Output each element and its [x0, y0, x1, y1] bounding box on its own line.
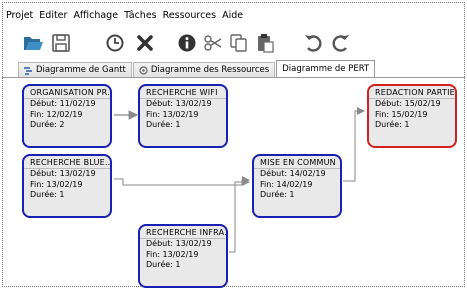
link-blue-mise [114, 176, 250, 186]
node-start: Début: 13/02/19 [146, 239, 212, 248]
tab-bar: Diagramme de Gantt Diagramme des Ressour… [18, 60, 376, 77]
node-title: RECHERCHE INFRA... [140, 226, 226, 239]
paste-icon[interactable] [252, 30, 278, 56]
menu-bar: Projet Editer Affichage Tâches Ressource… [6, 10, 243, 24]
pert-node[interactable]: RECHERCHE BLUE... Début: 13/02/19 Fin: 1… [22, 154, 112, 218]
menu-ressources[interactable]: Ressources [163, 10, 216, 24]
node-end: Fin: 12/02/19 [30, 109, 83, 119]
node-duration: Durée: 1 [375, 120, 410, 129]
menu-aide[interactable]: Aide [222, 10, 243, 24]
node-title: RECHERCHE WIFI [140, 86, 226, 99]
node-start: Début: 15/02/19 [375, 99, 441, 108]
node-end: Fin: 13/02/19 [30, 179, 83, 189]
menu-editer[interactable]: Editer [39, 10, 67, 24]
pert-node[interactable]: RECHERCHE WIFI Début: 13/02/19 Fin: 13/0… [138, 84, 228, 148]
tab-resources-label: Diagramme des Ressources [150, 65, 270, 75]
node-duration: Durée: 1 [260, 190, 295, 199]
node-title: RECHERCHE BLUE... [24, 156, 110, 169]
tab-resources[interactable]: Diagramme des Ressources [132, 62, 276, 77]
node-duration: Durée: 1 [146, 120, 181, 129]
menu-taches[interactable]: Tâches [124, 10, 157, 24]
node-title: REDACTION PARTIE... [369, 86, 455, 99]
info-icon[interactable] [174, 30, 200, 56]
node-duration: Durée: 2 [30, 120, 65, 129]
menu-affichage[interactable]: Affichage [73, 10, 118, 24]
node-start: Début: 13/02/19 [146, 99, 212, 108]
node-end: Fin: 13/02/19 [146, 249, 199, 259]
menu-projet[interactable]: Projet [6, 10, 33, 24]
pert-node[interactable]: RECHERCHE INFRA... Début: 13/02/19 Fin: … [138, 224, 228, 288]
delete-icon[interactable] [132, 30, 158, 56]
node-end: Fin: 13/02/19 [146, 109, 199, 119]
open-folder-icon[interactable] [20, 30, 46, 56]
node-title: MISE EN COMMUN [254, 156, 340, 169]
pert-node-critical[interactable]: REDACTION PARTIE... Début: 15/02/19 Fin:… [367, 84, 457, 148]
pert-canvas[interactable]: ORGANISATION PR... Début: 11/02/19 Fin: … [3, 78, 462, 288]
clock-icon[interactable] [102, 30, 128, 56]
gantt-icon [24, 66, 33, 75]
tab-gantt-label: Diagramme de Gantt [36, 65, 126, 75]
link-infra-mise [229, 178, 250, 253]
cut-icon[interactable] [200, 30, 226, 56]
tab-pert-label: Diagramme de PERT [282, 64, 370, 74]
save-icon[interactable] [48, 30, 74, 56]
node-end: Fin: 15/02/19 [375, 109, 428, 119]
node-start: Début: 14/02/19 [260, 169, 326, 178]
resource-icon [139, 65, 148, 75]
toolbar [20, 30, 460, 58]
redo-icon[interactable] [328, 30, 354, 56]
tab-pert[interactable]: Diagramme de PERT [276, 60, 376, 77]
node-end: Fin: 14/02/19 [260, 179, 313, 189]
link-mise-redaction [343, 107, 365, 182]
node-duration: Durée: 1 [146, 260, 181, 269]
node-start: Début: 11/02/19 [30, 99, 96, 108]
pert-node[interactable]: ORGANISATION PR... Début: 11/02/19 Fin: … [22, 84, 112, 148]
copy-icon[interactable] [226, 30, 252, 56]
undo-icon[interactable] [300, 30, 326, 56]
pert-node[interactable]: MISE EN COMMUN Début: 14/02/19 Fin: 14/0… [252, 154, 342, 218]
tab-gantt[interactable]: Diagramme de Gantt [18, 62, 132, 77]
node-start: Début: 13/02/19 [30, 169, 96, 178]
node-duration: Durée: 1 [30, 190, 65, 199]
node-title: ORGANISATION PR... [24, 86, 110, 99]
